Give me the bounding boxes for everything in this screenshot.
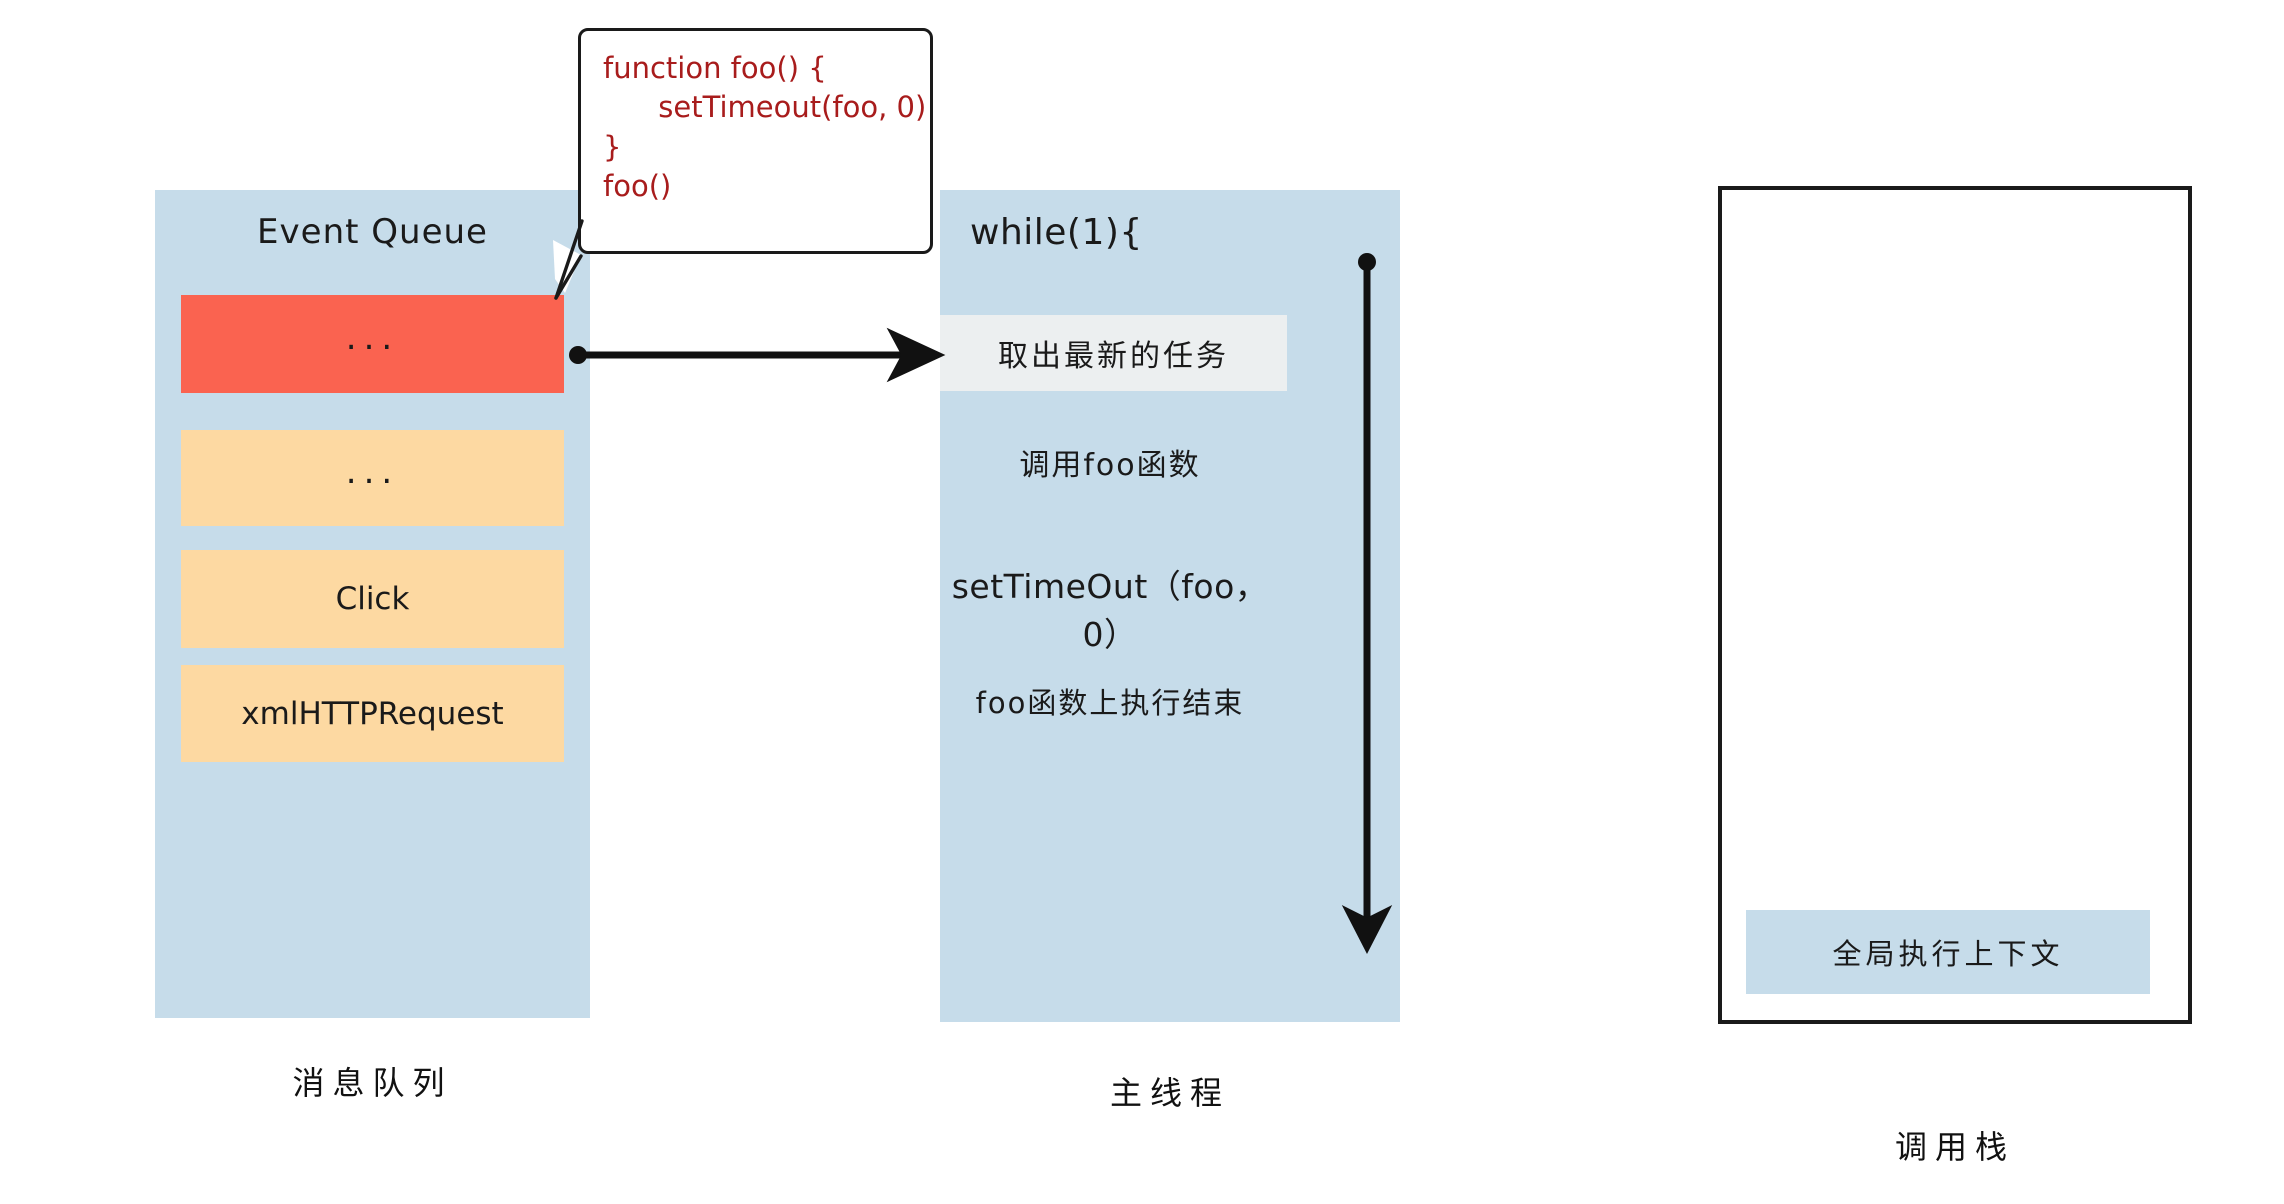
call-stack-panel: 全局执行上下文 bbox=[1718, 186, 2192, 1024]
stack-frame-label: 全局执行上下文 bbox=[1832, 937, 2064, 971]
step-settimeout: setTimeOut（foo，0） bbox=[951, 567, 1269, 654]
main-thread-caption: 主线程 bbox=[1109, 1074, 1230, 1112]
queue-item-label: ... bbox=[345, 318, 400, 358]
dequeue-task-arrow-icon bbox=[569, 327, 946, 383]
callout-code-text: function foo() { setTimeout(foo, 0) } fo… bbox=[603, 51, 927, 204]
main-thread-panel: while(1){ 取出最新的任务 调用foo函数 setTimeOut（foo… bbox=[940, 190, 1400, 1022]
step-foo-finished: foo函数上执行结束 bbox=[975, 686, 1245, 720]
while-loop-header: while(1){ bbox=[970, 212, 1143, 253]
queue-item-xmlhttprequest[interactable]: xmlHTTPRequest bbox=[181, 665, 564, 762]
queue-item-active[interactable]: ... bbox=[181, 295, 564, 393]
call-stack-caption: 调用栈 bbox=[1894, 1128, 2015, 1166]
diagram-canvas: Event Queue ... ... Click xmlHTTPRequest… bbox=[0, 0, 2284, 1204]
event-queue-panel: Event Queue ... ... Click xmlHTTPRequest bbox=[155, 190, 590, 1018]
queue-item-click[interactable]: Click bbox=[181, 550, 564, 648]
step-label: 取出最新的任务 bbox=[998, 339, 1229, 374]
event-queue-caption: 消息队列 bbox=[292, 1064, 453, 1102]
step-call-foo: 调用foo函数 bbox=[1019, 448, 1201, 483]
code-callout-box: function foo() { setTimeout(foo, 0) } fo… bbox=[578, 28, 933, 254]
queue-item-pending-1[interactable]: ... bbox=[181, 430, 564, 526]
queue-item-label: xmlHTTPRequest bbox=[241, 695, 504, 732]
stack-frame-global-context[interactable]: 全局执行上下文 bbox=[1746, 910, 2150, 994]
event-queue-title: Event Queue bbox=[257, 212, 488, 252]
queue-item-label: ... bbox=[345, 452, 400, 492]
queue-item-label: Click bbox=[335, 581, 410, 617]
step-dequeue-task[interactable]: 取出最新的任务 bbox=[940, 315, 1287, 391]
